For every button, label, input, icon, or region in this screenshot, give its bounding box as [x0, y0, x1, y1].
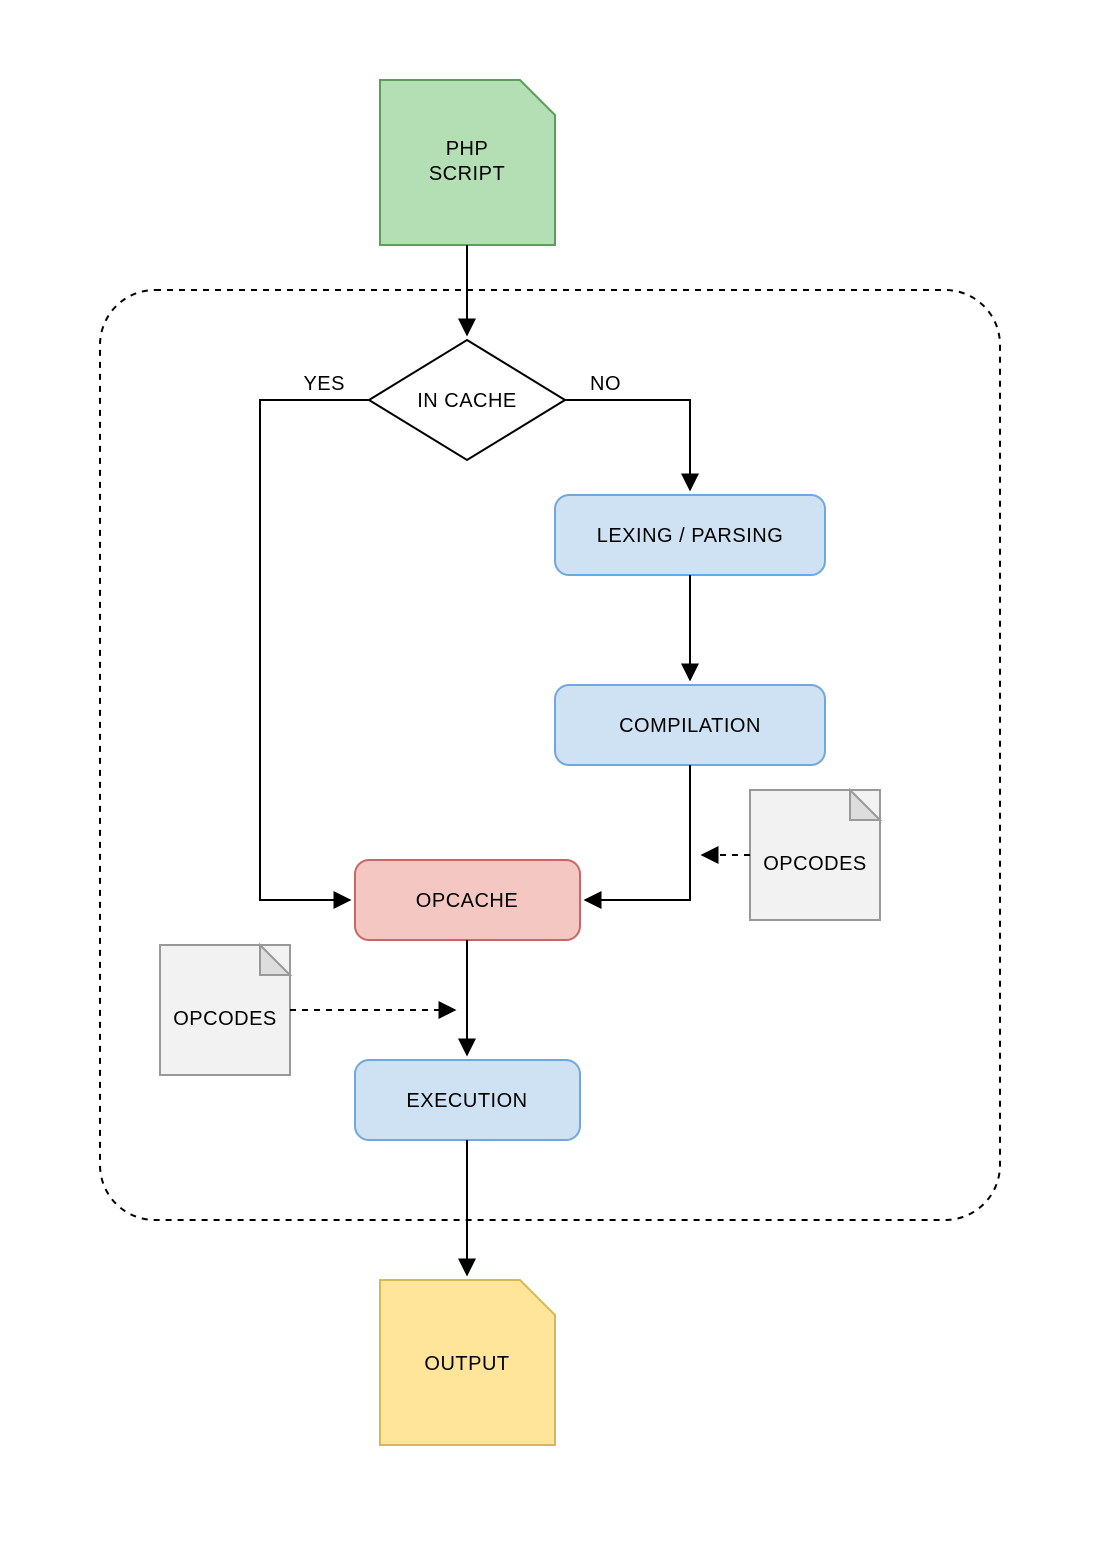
yes-label: YES	[303, 373, 345, 395]
flowchart-canvas: PHP SCRIPT IN CACHE YES NO LEXING / PARS…	[0, 0, 1100, 1560]
opcodes-right-label: OPCODES	[763, 853, 867, 875]
opcache-label: OPCACHE	[416, 890, 518, 912]
opcodes-left-label: OPCODES	[173, 1008, 277, 1030]
execution-label: EXECUTION	[406, 1090, 527, 1112]
opcodes-left-node: OPCODES	[160, 945, 290, 1075]
php-script-node: PHP SCRIPT	[380, 80, 555, 245]
php-script-label2: SCRIPT	[429, 163, 505, 185]
output-node: OUTPUT	[380, 1280, 555, 1445]
in-cache-label: IN CACHE	[417, 390, 517, 412]
opcache-node: OPCACHE	[355, 860, 580, 940]
compilation-label: COMPILATION	[619, 715, 761, 737]
no-label: NO	[590, 373, 621, 395]
edge-compilation-opcache	[585, 765, 690, 900]
compilation-node: COMPILATION	[555, 685, 825, 765]
execution-node: EXECUTION	[355, 1060, 580, 1140]
php-script-label1: PHP	[446, 138, 489, 160]
edge-no	[565, 400, 690, 490]
lexing-label: LEXING / PARSING	[597, 525, 784, 547]
edge-yes	[260, 400, 369, 900]
output-label: OUTPUT	[424, 1353, 509, 1375]
opcodes-right-node: OPCODES	[750, 790, 880, 920]
in-cache-node: IN CACHE	[369, 340, 565, 460]
lexing-node: LEXING / PARSING	[555, 495, 825, 575]
